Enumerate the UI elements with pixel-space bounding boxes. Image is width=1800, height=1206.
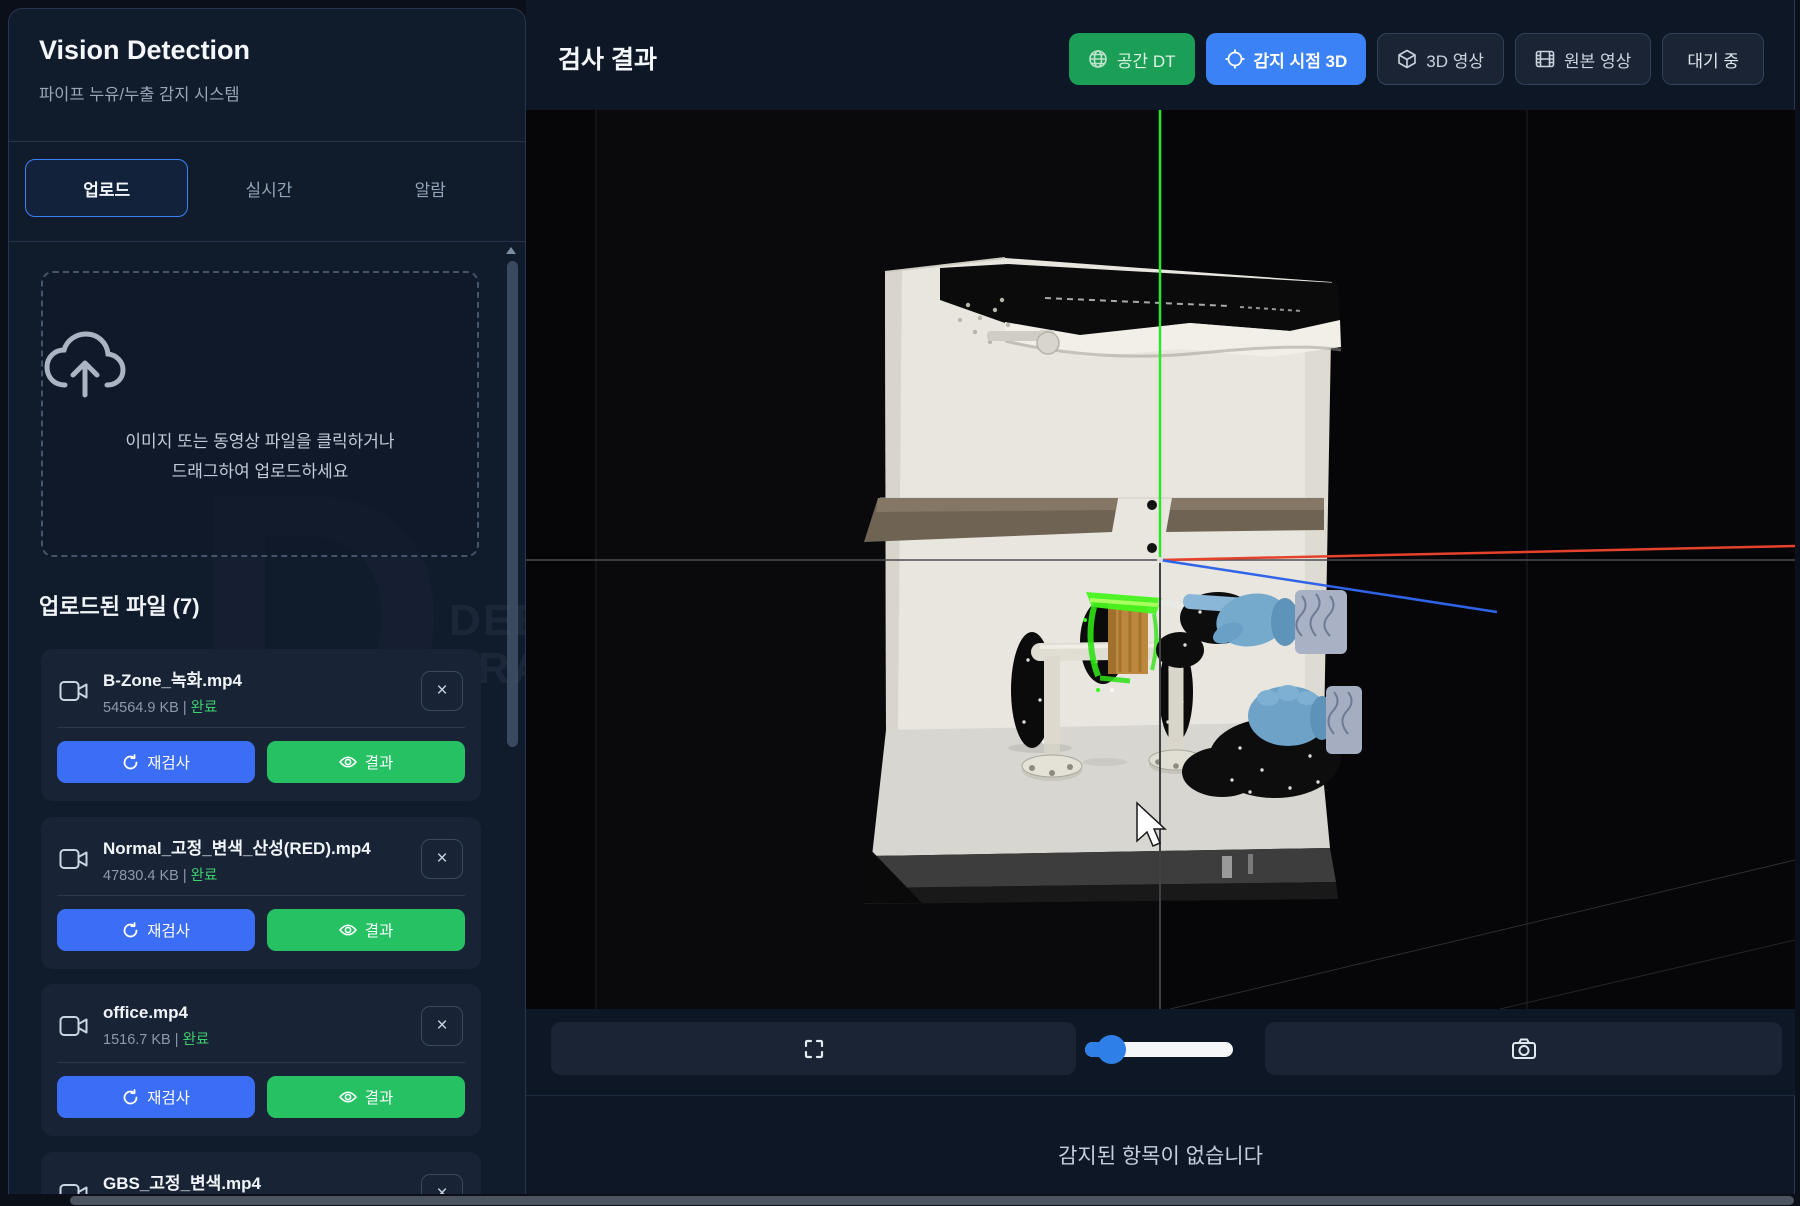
meta-separator: |	[183, 700, 187, 716]
file-meta: 47830.4 KB | 완료	[103, 864, 421, 885]
scrollbar-up-arrow[interactable]	[506, 247, 516, 254]
file-meta: 54564.9 KB | 완료	[103, 696, 421, 717]
sidebar-tabs: 업로드 실시간 알람	[25, 159, 511, 217]
file-meta: 1516.7 KB | 완료	[103, 1028, 421, 1049]
tab-alarm[interactable]: 알람	[350, 159, 511, 217]
view-mode-buttons: 공간 DT 감지 시점 3D 3D 영상	[1069, 33, 1764, 85]
meta-separator: |	[183, 868, 187, 884]
app-window: D DEE TRA Vision Detection 파이프 누유/누출 감지 …	[0, 0, 1800, 1206]
uploaded-files-heading: 업로드된 파일 (7)	[39, 589, 200, 621]
point-size-slider[interactable]	[1085, 1022, 1245, 1075]
meta-separator: |	[175, 1032, 179, 1048]
file-status: 완료	[191, 868, 218, 884]
fullscreen-button[interactable]	[551, 1022, 1076, 1075]
close-icon: ×	[436, 680, 447, 702]
status-waiting-badge: 대기 중	[1662, 33, 1764, 85]
video-3d-button[interactable]: 3D 영상	[1377, 33, 1504, 85]
upload-dropzone[interactable]: 이미지 또는 동영상 파일을 클릭하거나 드래그하여 업로드하세요	[41, 271, 479, 557]
refresh-icon	[122, 922, 139, 939]
sidebar: D DEE TRA Vision Detection 파이프 누유/누출 감지 …	[8, 8, 526, 1206]
globe-icon	[1088, 49, 1108, 69]
space-dt-button[interactable]: 공간 DT	[1069, 33, 1195, 85]
video-file-icon	[59, 847, 89, 871]
horizontal-scrollbar[interactable]	[70, 1196, 1794, 1205]
refresh-icon	[122, 1089, 139, 1106]
slider-thumb[interactable]	[1097, 1035, 1126, 1064]
eye-icon	[339, 1090, 357, 1104]
eye-icon	[339, 755, 357, 769]
file-name: B-Zone_녹화.mp4	[103, 666, 421, 691]
remove-file-button[interactable]: ×	[421, 1006, 463, 1046]
remove-file-button[interactable]: ×	[421, 839, 463, 879]
result-button[interactable]: 결과	[267, 741, 465, 783]
cloud-upload-icon	[43, 331, 477, 401]
3d-viewport[interactable]	[526, 110, 1795, 1009]
video-file-icon	[59, 1014, 89, 1038]
recheck-button[interactable]: 재검사	[57, 741, 255, 783]
file-info-row: office.mp4 1516.7 KB | 완료 ×	[59, 1000, 463, 1052]
divider	[57, 895, 465, 896]
file-info-row: B-Zone_녹화.mp4 54564.9 KB | 완료 ×	[59, 665, 463, 717]
result-button[interactable]: 결과	[267, 1076, 465, 1118]
file-name: GBS_고정_변색.mp4	[103, 1169, 421, 1194]
film-icon	[1535, 49, 1555, 69]
tab-upload[interactable]: 업로드	[25, 159, 188, 217]
recheck-button[interactable]: 재검사	[57, 909, 255, 951]
refresh-icon	[122, 754, 139, 771]
file-texts: Normal_고정_변색_산성(RED).mp4 47830.4 KB | 완료	[103, 834, 421, 885]
file-card: B-Zone_녹화.mp4 54564.9 KB | 완료 × 재검사	[41, 649, 481, 801]
close-icon: ×	[436, 1015, 447, 1037]
file-size: 54564.9 KB	[103, 700, 179, 716]
no-detections-message: 감지된 항목이 없습니다	[526, 1140, 1795, 1170]
file-texts: B-Zone_녹화.mp4 54564.9 KB | 완료	[103, 666, 421, 717]
snapshot-button[interactable]	[1265, 1022, 1782, 1075]
fullscreen-icon	[802, 1037, 826, 1061]
file-card: office.mp4 1516.7 KB | 완료 × 재검사	[41, 984, 481, 1136]
dropzone-instructions: 이미지 또는 동영상 파일을 클릭하거나 드래그하여 업로드하세요	[43, 427, 477, 487]
divider	[9, 241, 525, 242]
crosshair-icon	[1225, 49, 1245, 69]
file-actions: 재검사 결과	[57, 909, 465, 951]
file-actions: 재검사 결과	[57, 741, 465, 783]
file-texts: office.mp4 1516.7 KB | 완료	[103, 1003, 421, 1049]
cube-icon	[1397, 49, 1417, 69]
results-title: 검사 결과	[558, 40, 657, 76]
file-size: 47830.4 KB	[103, 868, 179, 884]
file-status: 완료	[191, 700, 218, 716]
file-size: 1516.7 KB	[103, 1032, 171, 1048]
original-video-button[interactable]: 원본 영상	[1515, 33, 1651, 85]
divider	[9, 141, 525, 142]
remove-file-button[interactable]: ×	[421, 671, 463, 711]
file-name: Normal_고정_변색_산성(RED).mp4	[103, 834, 421, 859]
app-title: Vision Detection	[39, 35, 250, 66]
camera-icon	[1511, 1037, 1537, 1061]
video-file-icon	[59, 679, 89, 703]
file-info-row: Normal_고정_변색_산성(RED).mp4 47830.4 KB | 완료…	[59, 833, 463, 885]
viewer-controls	[526, 1009, 1795, 1096]
file-card: Normal_고정_변색_산성(RED).mp4 47830.4 KB | 완료…	[41, 817, 481, 969]
tab-realtime[interactable]: 실시간	[188, 159, 349, 217]
main-panel: 검사 결과 공간 DT 감지 시점 3D	[526, 0, 1795, 1206]
eye-icon	[339, 923, 357, 937]
file-status: 완료	[183, 1032, 210, 1048]
result-button[interactable]: 결과	[267, 909, 465, 951]
close-icon: ×	[436, 848, 447, 870]
divider	[57, 1062, 465, 1063]
3d-scene	[526, 110, 1795, 1009]
file-name: office.mp4	[103, 1003, 421, 1023]
file-actions: 재검사 결과	[57, 1076, 465, 1118]
sidebar-scrollbar[interactable]	[507, 261, 518, 747]
detection-view-3d-button[interactable]: 감지 시점 3D	[1206, 33, 1367, 85]
recheck-button[interactable]: 재검사	[57, 1076, 255, 1118]
divider	[57, 727, 465, 728]
app-subtitle: 파이프 누유/누출 감지 시스템	[39, 81, 240, 105]
